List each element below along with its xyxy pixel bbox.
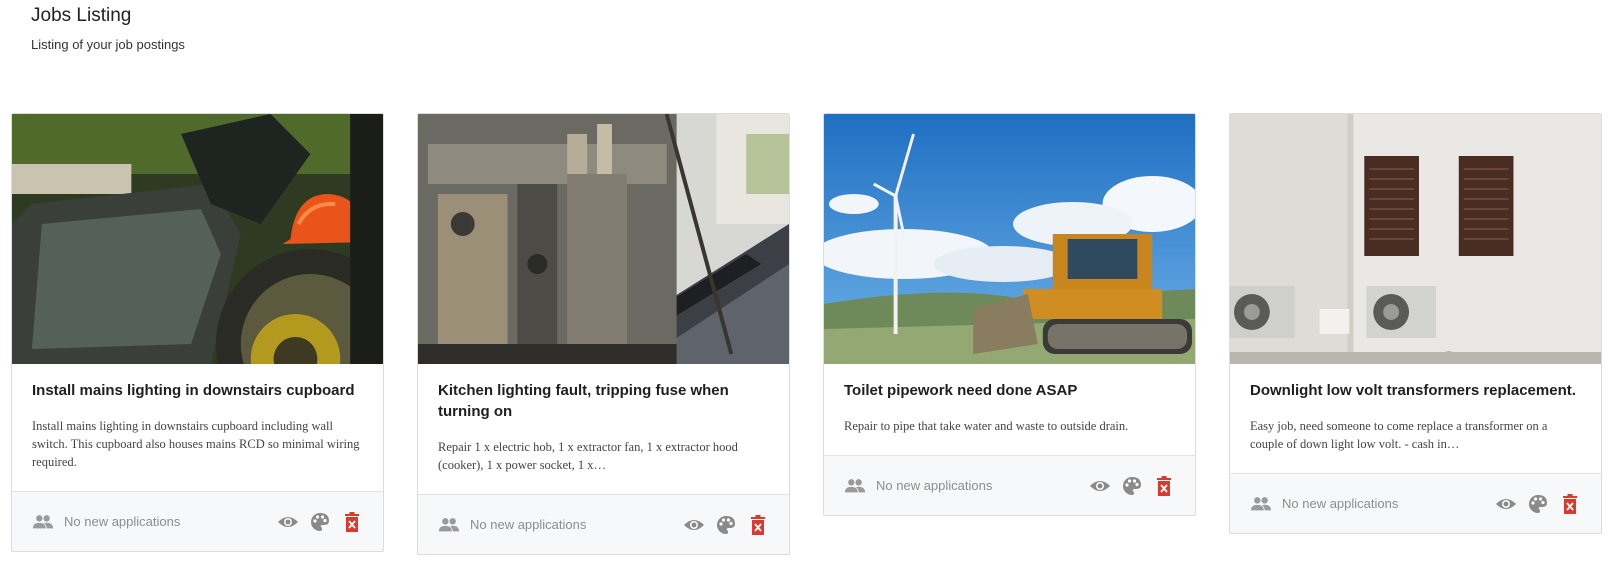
delete-icon [345, 511, 359, 532]
theme-button[interactable] [1121, 475, 1143, 497]
theme-button[interactable] [715, 514, 737, 536]
applications-label: No new applications [64, 514, 181, 529]
job-title[interactable]: Kitchen lighting fault, tripping fuse wh… [438, 380, 769, 422]
applications-label: No new applications [876, 478, 993, 493]
people-icon [438, 517, 460, 531]
applications-status: No new applications [844, 478, 1089, 494]
palette-icon [1529, 494, 1547, 513]
job-title[interactable]: Downlight low volt transformers replacem… [1250, 380, 1581, 401]
job-description: Repair 1 x electric hob, 1 x extractor f… [438, 440, 738, 472]
view-button[interactable] [1089, 475, 1111, 497]
theme-button[interactable] [1527, 493, 1549, 515]
job-title[interactable]: Install mains lighting in downstairs cup… [32, 380, 363, 401]
job-image-white-wall-ac [1230, 114, 1601, 364]
applications-status: No new applications [32, 514, 277, 530]
job-card[interactable]: Install mains lighting in downstairs cup… [11, 113, 384, 552]
job-image-bulldozer-turbine [824, 114, 1195, 364]
page-title: Jobs Listing [31, 5, 132, 26]
job-card[interactable]: Kitchen lighting fault, tripping fuse wh… [417, 113, 790, 555]
job-description: Install mains lighting in downstairs cup… [32, 419, 360, 469]
delete-icon [1563, 493, 1577, 514]
delete-button[interactable] [1559, 493, 1581, 515]
eye-icon [278, 516, 298, 527]
job-title[interactable]: Toilet pipework need done ASAP [844, 380, 1175, 401]
page-header: Jobs Listing Listing of your job posting… [31, 5, 185, 52]
page-subtitle: Listing of your job postings [31, 37, 185, 52]
job-image-helmet-digger [12, 114, 383, 364]
delete-button[interactable] [747, 514, 769, 536]
view-button[interactable] [683, 514, 705, 536]
people-icon [844, 478, 866, 492]
job-description: Easy job, need someone to come replace a… [1250, 419, 1548, 451]
eye-icon [1090, 480, 1110, 491]
people-icon [1250, 496, 1272, 510]
card-footer: No new applications [12, 491, 383, 551]
card-footer: No new applications [824, 455, 1195, 515]
applications-status: No new applications [1250, 496, 1495, 512]
applications-label: No new applications [1282, 496, 1399, 511]
eye-icon [1496, 498, 1516, 509]
people-icon [32, 514, 54, 528]
applications-label: No new applications [470, 517, 587, 532]
delete-icon [1157, 475, 1171, 496]
theme-button[interactable] [309, 511, 331, 533]
eye-icon [684, 519, 704, 530]
delete-button[interactable] [1153, 475, 1175, 497]
card-footer: No new applications [418, 494, 789, 554]
card-footer: No new applications [1230, 473, 1601, 533]
delete-button[interactable] [341, 511, 363, 533]
applications-status: No new applications [438, 517, 683, 533]
job-card[interactable]: Toilet pipework need done ASAP Repair to… [823, 113, 1196, 516]
job-image-paver [418, 114, 789, 364]
job-card[interactable]: Downlight low volt transformers replacem… [1229, 113, 1602, 534]
job-description: Repair to pipe that take water and waste… [844, 419, 1129, 433]
delete-icon [751, 514, 765, 535]
palette-icon [311, 512, 329, 531]
palette-icon [717, 515, 735, 534]
palette-icon [1123, 476, 1141, 495]
view-button[interactable] [1495, 493, 1517, 515]
view-button[interactable] [277, 511, 299, 533]
